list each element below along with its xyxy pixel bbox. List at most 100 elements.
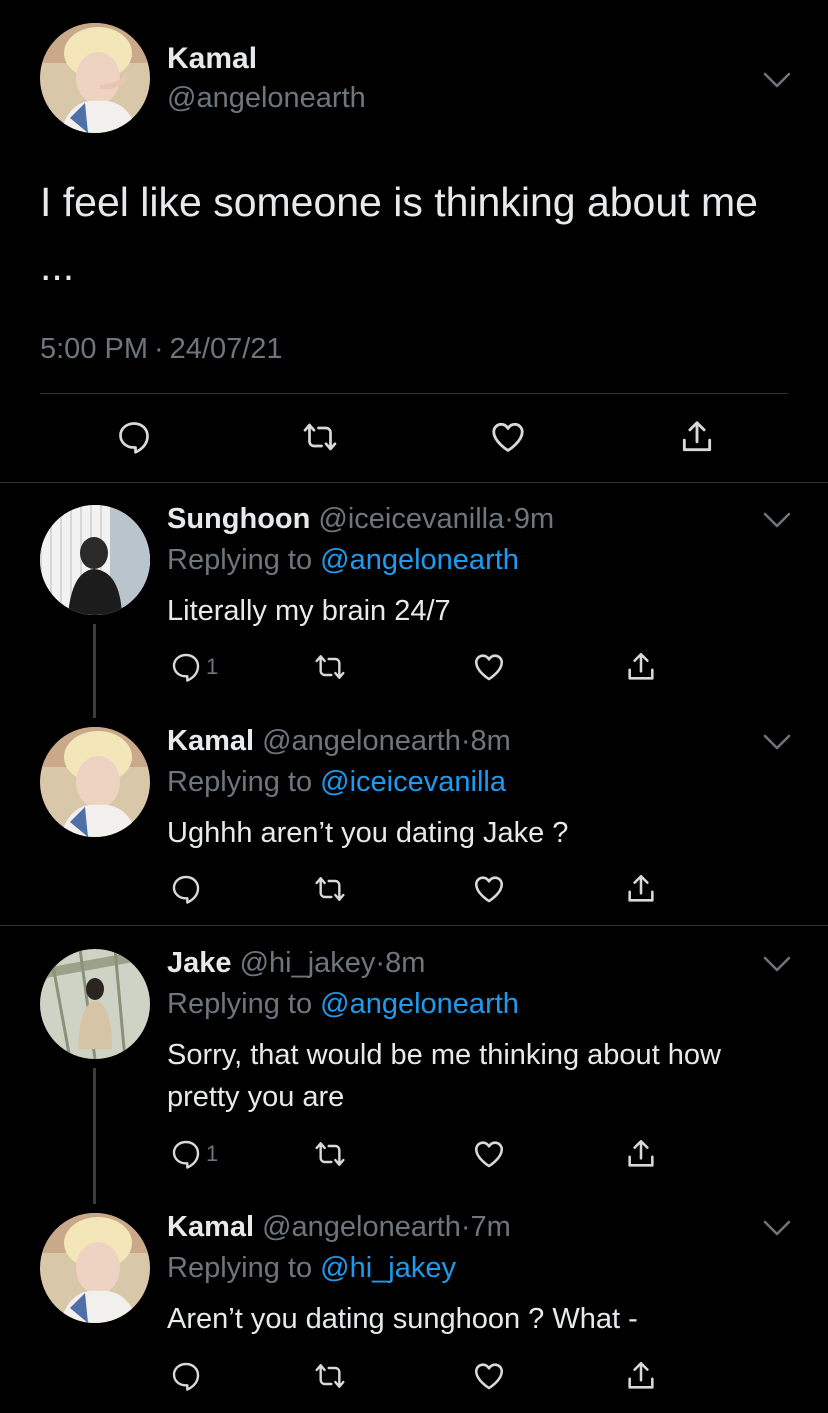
reply-count: 1 (206, 654, 219, 679)
mention-link[interactable]: @iceicevanilla (320, 766, 506, 798)
chevron-down-icon[interactable] (763, 732, 791, 752)
reply-button[interactable] (170, 1354, 206, 1398)
separator-dot: · (504, 503, 514, 535)
share-icon (628, 1361, 654, 1389)
reply-text: Ughhh aren’t you dating Jake ? (167, 817, 569, 849)
thread-line (93, 1068, 96, 1204)
retweet-button[interactable] (314, 1132, 346, 1176)
reply-action-bar (160, 1354, 680, 1398)
mention-link[interactable]: @hi_jakey (320, 1252, 456, 1284)
retweet-button[interactable] (300, 412, 340, 462)
mention-link[interactable]: @angelonearth (320, 988, 519, 1020)
tweet-time: 5:00 PM (40, 333, 148, 365)
share-button[interactable] (624, 867, 658, 911)
like-icon (474, 1363, 504, 1390)
replying-prefix: Replying to (167, 766, 313, 798)
divider (40, 393, 788, 394)
separator-dot: · (460, 725, 471, 757)
reply-age: 8m (470, 725, 511, 757)
separator-dot: · (154, 333, 164, 365)
reply-age: 7m (470, 1211, 511, 1243)
reply-author-name[interactable]: Kamal (167, 725, 254, 757)
replying-to: Replying to @hi_jakey (167, 1252, 456, 1285)
reply-author-name[interactable]: Jake (167, 947, 232, 979)
avatar-kamal[interactable] (40, 727, 150, 837)
reply-action-bar: 1 (160, 645, 680, 689)
replying-prefix: Replying to (167, 1252, 313, 1284)
main-action-bar (0, 412, 828, 462)
replying-to: Replying to @iceicevanilla (167, 766, 506, 799)
reply-icon (119, 422, 149, 454)
like-icon (474, 1141, 504, 1168)
like-button[interactable] (472, 645, 506, 689)
reply-text: Literally my brain 24/7 (167, 595, 451, 627)
replying-prefix: Replying to (167, 988, 313, 1020)
reply-action-bar (160, 867, 680, 911)
chevron-down-icon[interactable] (763, 510, 791, 530)
thread-line (93, 624, 96, 718)
reply-author-name[interactable]: Kamal (167, 1211, 254, 1243)
like-button[interactable] (488, 412, 528, 462)
reply-button[interactable] (170, 867, 206, 911)
reply-text: Aren’t you dating sunghoon ? What - (167, 1303, 638, 1335)
chevron-down-icon[interactable] (763, 954, 791, 974)
separator-dot: · (375, 947, 386, 979)
retweet-button[interactable] (314, 867, 346, 911)
reply-author-name[interactable]: Sunghoon (167, 503, 310, 535)
replying-prefix: Replying to (167, 544, 313, 576)
author-handle[interactable]: @angelonearth (167, 82, 366, 115)
reply-button[interactable]: 1 (170, 645, 218, 689)
like-button[interactable] (472, 1354, 506, 1398)
like-button[interactable] (472, 1132, 506, 1176)
retweet-button[interactable] (314, 1354, 346, 1398)
retweet-icon (315, 655, 345, 679)
retweet-icon (303, 423, 337, 451)
tweet-timestamp[interactable]: 5:00 PM · 24/07/21 (40, 333, 283, 366)
like-icon (492, 422, 524, 452)
like-button[interactable] (472, 867, 506, 911)
separator-dot: · (460, 1211, 471, 1243)
mention-link[interactable]: @angelonearth (320, 544, 519, 576)
reply-icon (172, 1140, 200, 1169)
main-tweet: Kamal @angelonearth I feel like someone … (0, 0, 828, 483)
author-name[interactable]: Kamal (167, 42, 257, 76)
avatar-sunghoon[interactable] (40, 505, 150, 615)
retweet-icon (315, 1142, 345, 1166)
reply-icon (172, 653, 200, 682)
reply-count: 1 (206, 1141, 219, 1166)
reply-text: Sorry, that would be me thinking about h… (167, 1039, 722, 1113)
reply-age: 9m (513, 503, 555, 535)
share-button[interactable] (624, 1354, 658, 1398)
retweet-button[interactable] (314, 645, 346, 689)
retweet-icon (315, 877, 345, 901)
reply-author-handle[interactable]: @angelonearth (262, 725, 461, 757)
tweet-text: I feel like someone is thinking about me… (40, 179, 758, 289)
share-icon (628, 874, 654, 902)
tweet-date: 24/07/21 (169, 333, 283, 365)
reply-author-handle[interactable]: @iceicevanilla (318, 503, 504, 535)
share-icon (628, 652, 654, 680)
share-button[interactable] (624, 645, 658, 689)
share-icon (628, 1139, 654, 1167)
reply-header: Jake @hi_jakey·8m (167, 947, 425, 980)
share-button[interactable] (677, 412, 717, 462)
reply-header: Kamal @angelonearth·7m (167, 1211, 511, 1244)
reply-author-handle[interactable]: @hi_jakey (240, 947, 376, 979)
reply-button[interactable] (114, 412, 154, 462)
chevron-down-icon[interactable] (763, 70, 791, 90)
avatar-jake[interactable] (40, 949, 150, 1059)
avatar-kamal[interactable] (40, 23, 150, 133)
share-button[interactable] (624, 1132, 658, 1176)
reply-author-handle[interactable]: @angelonearth (262, 1211, 461, 1243)
avatar-kamal[interactable] (40, 1213, 150, 1323)
chevron-down-icon[interactable] (763, 1218, 791, 1238)
reply-age: 8m (385, 947, 426, 979)
reply-header: Sunghoon @iceicevanilla·9m (167, 503, 554, 536)
like-icon (474, 654, 504, 681)
reply-action-bar: 1 (160, 1132, 680, 1176)
replying-to: Replying to @angelonearth (167, 988, 519, 1021)
reply-header: Kamal @angelonearth·8m (167, 725, 511, 758)
retweet-icon (315, 1364, 345, 1388)
reply-button[interactable]: 1 (170, 1132, 218, 1176)
reply-icon (172, 1362, 200, 1391)
